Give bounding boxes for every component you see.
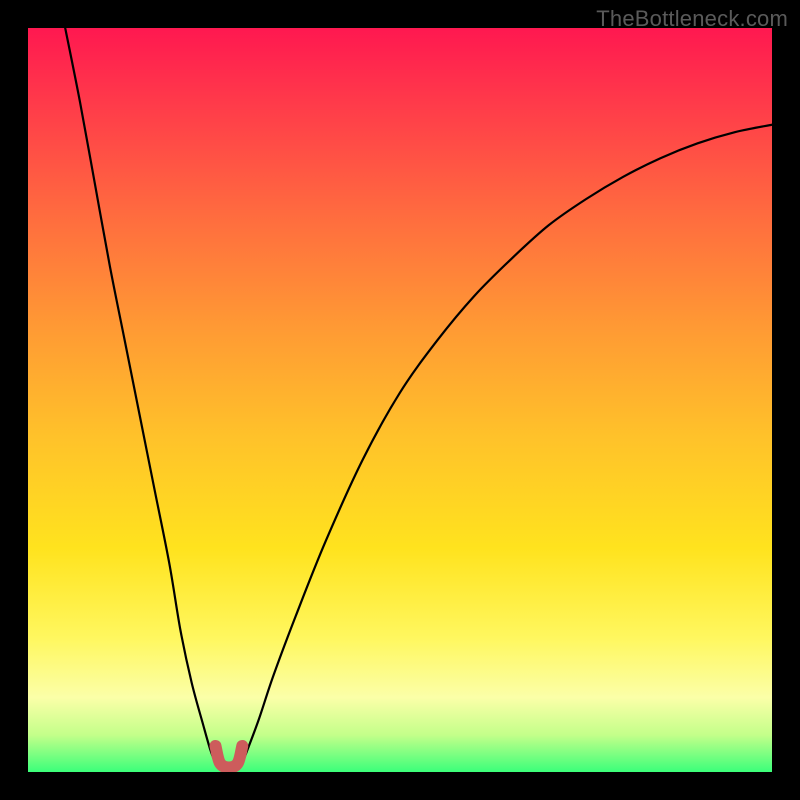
- trough-marker: [215, 746, 242, 768]
- chart-frame: TheBottleneck.com: [0, 0, 800, 800]
- bottleneck-left-branch: [65, 28, 215, 763]
- plot-area: [28, 28, 772, 772]
- curve-layer: [28, 28, 772, 772]
- bottleneck-right-branch: [242, 125, 772, 763]
